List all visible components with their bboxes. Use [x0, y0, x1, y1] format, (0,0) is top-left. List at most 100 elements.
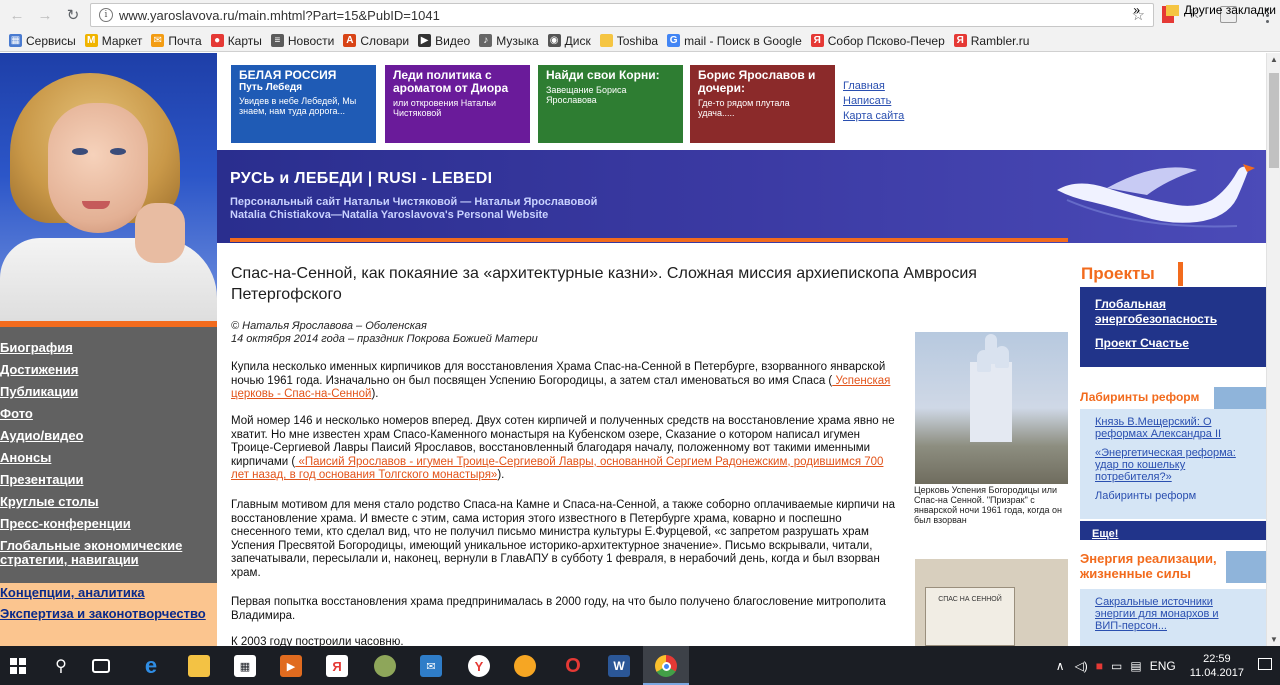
- promo-text: Завещание Бориса Ярославова: [546, 85, 627, 105]
- top-links: Главная Написать Карта сайта: [843, 79, 904, 124]
- bookmark-item[interactable]: ≡ Новости: [270, 34, 334, 48]
- reforms-box: Князь В.Мещерский: О реформах Александра…: [1080, 409, 1266, 519]
- promo-title: БЕЛАЯ РОССИЯ: [239, 68, 337, 82]
- mail-icon[interactable]: ✉: [420, 655, 442, 677]
- scroll-thumb[interactable]: [1269, 73, 1279, 168]
- left-menu-lower-item[interactable]: Концепции, аналитика: [0, 583, 217, 604]
- forward-arrow-icon[interactable]: →: [34, 4, 56, 26]
- task-view-icon[interactable]: [92, 659, 110, 673]
- more-link[interactable]: Еще!: [1092, 528, 1118, 540]
- promo-text: или откровения Натальи Чистяковой: [393, 98, 497, 118]
- bookmark-item[interactable]: ▶ Видео: [418, 34, 470, 48]
- project-link[interactable]: Проект Счастье: [1095, 336, 1266, 351]
- left-menu-item[interactable]: Фото: [0, 403, 217, 425]
- bookmark-item[interactable]: ✉ Почта: [151, 33, 202, 48]
- green-app-icon[interactable]: [374, 655, 396, 677]
- left-menu-lower-item[interactable]: Экспертиза и законотворчество: [0, 604, 217, 625]
- windows-start-icon[interactable]: [10, 658, 26, 674]
- article-paragraph-2: Мой номер 146 и несколько номеров вперед…: [231, 415, 901, 483]
- site-info-icon[interactable]: i: [99, 8, 113, 22]
- project-link[interactable]: Глобальная энергобезопасность: [1095, 297, 1266, 327]
- scroll-up-icon[interactable]: ▲: [1270, 55, 1278, 64]
- search-icon[interactable]: ⚲: [50, 655, 72, 677]
- energy-link[interactable]: Сакральные источники энергии для монархо…: [1095, 596, 1245, 632]
- left-menu-item[interactable]: Презентации: [0, 469, 217, 491]
- other-bookmarks-folder[interactable]: Другие закладки: [1166, 3, 1276, 17]
- bookmark-item[interactable]: A Словари: [343, 34, 409, 48]
- battery-icon[interactable]: ▭: [1111, 659, 1122, 673]
- page-scrollbar[interactable]: ▲ ▼: [1266, 53, 1280, 646]
- address-bar[interactable]: i www.yaroslavova.ru/main.mhtml?Part=15&…: [90, 3, 1154, 27]
- notifications-icon[interactable]: [1258, 658, 1272, 670]
- swan-image: [1057, 164, 1255, 228]
- media-player-icon[interactable]: ▶: [280, 655, 302, 677]
- left-menu-item[interactable]: Круглые столы: [0, 491, 217, 513]
- p1-text-end: ).: [371, 388, 379, 400]
- network-icon[interactable]: ▤: [1130, 659, 1141, 673]
- chrome-icon[interactable]: [655, 655, 677, 677]
- author-portrait: [0, 53, 217, 325]
- opera-icon[interactable]: O: [562, 655, 584, 677]
- left-menu-item[interactable]: Достижения: [0, 359, 217, 381]
- bookmark-item[interactable]: Я Rambler.ru: [953, 33, 1030, 48]
- system-tray: ∧ ◁) ■ ▭ ▤ ENG 22:59 11.04.2017: [1056, 646, 1280, 685]
- bookmarks-bar: ▦ Сервисы М Маркет ✉ Почта ● Карты ≡ Новости A Слов…: [0, 30, 1280, 52]
- left-menu-item[interactable]: Публикации: [0, 381, 217, 403]
- brick-certificate-photo[interactable]: СПАС НА СЕННОЙ: [915, 559, 1068, 646]
- yandex-browser-icon[interactable]: Я: [326, 655, 348, 677]
- reform-link[interactable]: Лабиринты реформ: [1095, 490, 1245, 502]
- store-icon[interactable]: ▦: [234, 655, 256, 677]
- certificate-text: СПАС НА СЕННОЙ: [938, 596, 1002, 603]
- p2-link[interactable]: «Паисий Ярославов - игумен Троице-Сергие…: [231, 456, 883, 482]
- more-bookmarks-button[interactable]: »: [1133, 3, 1140, 17]
- bookmark-item[interactable]: Я Собор Псково-Печер: [810, 33, 945, 48]
- antivirus-icon[interactable]: ■: [1096, 659, 1103, 673]
- bookmark-label: Видео: [435, 33, 471, 48]
- bookmark-label: Собор Псково-Печер: [827, 33, 945, 48]
- top-nav-link[interactable]: Главная: [843, 79, 904, 94]
- edge-icon[interactable]: e: [140, 653, 162, 678]
- promo-box[interactable]: Найди свои Корни: Завещание Бориса Яросла…: [538, 65, 683, 143]
- left-menu-item[interactable]: Глобальные экономические стратегии, нави…: [0, 535, 217, 571]
- reform-link[interactable]: Князь В.Мещерский: О реформах Александра…: [1095, 416, 1245, 440]
- bookmark-label: Rambler.ru: [970, 33, 1030, 48]
- promo-title: Найди свои Корни:: [546, 68, 660, 82]
- show-hidden-icon[interactable]: ∧: [1056, 659, 1065, 673]
- scroll-down-icon[interactable]: ▼: [1270, 635, 1278, 644]
- back-arrow-icon[interactable]: ←: [6, 4, 28, 26]
- url-text[interactable]: www.yaroslavova.ru/main.mhtml?Part=15&Pu…: [119, 8, 440, 23]
- energy-box: Сакральные источники энергии для монархо…: [1080, 589, 1266, 646]
- left-menu-item[interactable]: Биография: [0, 337, 217, 359]
- left-menu-item[interactable]: Пресс-конференции: [0, 513, 217, 535]
- top-nav-link[interactable]: Написать: [843, 94, 904, 109]
- p2-text-end: ).: [497, 469, 505, 481]
- promo-box[interactable]: Борис Ярославов и дочери: Где-то рядом пл…: [690, 65, 835, 143]
- bookmark-item[interactable]: ● Карты: [210, 34, 262, 48]
- bookmark-favicon-icon: М: [84, 34, 98, 47]
- language-indicator[interactable]: ENG: [1150, 659, 1176, 673]
- bookmark-label: Почта: [168, 33, 202, 48]
- bookmark-item[interactable]: Toshiba: [599, 34, 658, 48]
- promo-box[interactable]: БЕЛАЯ РОССИЯ Путь Лебедя Увидев в небе Леб…: [231, 65, 376, 143]
- reforms-heading-text: Лабиринты реформ: [1080, 390, 1200, 404]
- church-photo[interactable]: [915, 332, 1068, 484]
- promo-box[interactable]: Леди политика с ароматом от Диора или отк…: [385, 65, 530, 143]
- top-nav-link[interactable]: Карта сайта: [843, 109, 904, 124]
- promo-text: Где-то рядом плутала удача.....: [698, 98, 790, 118]
- bookmark-item[interactable]: ◉ Диск: [547, 34, 591, 48]
- bookmark-item[interactable]: ▦ Сервисы: [9, 34, 76, 48]
- left-menu-item[interactable]: Анонсы: [0, 447, 217, 469]
- reform-link[interactable]: «Энергетическая реформа: удар по кошельк…: [1095, 447, 1245, 483]
- chat-app-icon[interactable]: [514, 655, 536, 677]
- volume-icon[interactable]: ◁): [1075, 659, 1088, 673]
- bookmark-item[interactable]: М Маркет: [84, 34, 142, 48]
- file-explorer-icon[interactable]: [188, 655, 210, 677]
- bookmark-item[interactable]: ♪ Музыка: [479, 34, 539, 48]
- article-paragraph-4: Первая попытка восстановления храма пред…: [231, 596, 886, 622]
- reload-icon[interactable]: ↻: [62, 4, 84, 26]
- yandex-icon[interactable]: Y: [468, 655, 490, 677]
- bookmark-item[interactable]: Gmail - Поиск в Google: [667, 34, 802, 48]
- left-menu-item[interactable]: Аудио/видео: [0, 425, 217, 447]
- word-icon[interactable]: W: [608, 655, 630, 677]
- clock[interactable]: 22:59 11.04.2017: [1190, 652, 1244, 680]
